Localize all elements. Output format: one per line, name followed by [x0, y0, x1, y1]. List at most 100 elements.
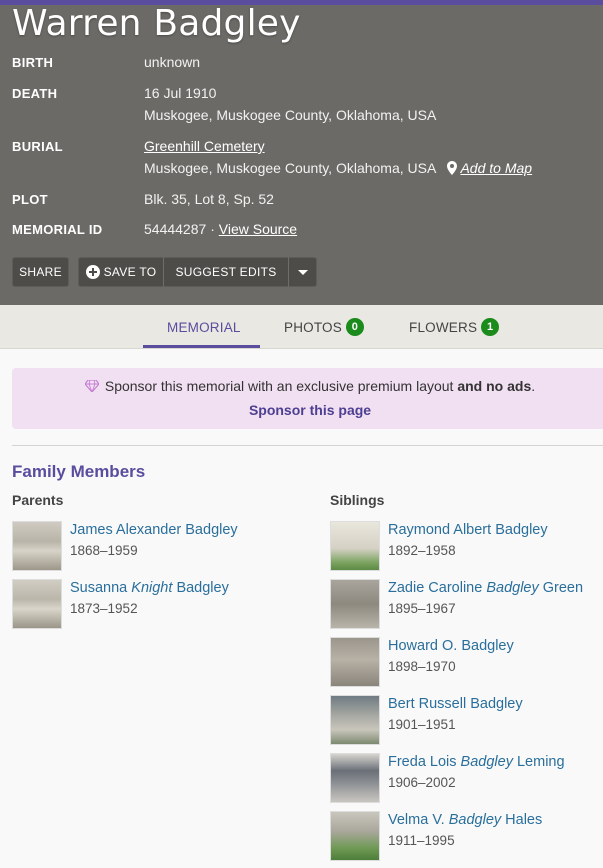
sibling-item[interactable]: Zadie Caroline Badgley Green 1895–1967 — [330, 579, 600, 631]
section-divider — [12, 445, 603, 446]
sibling-name-link[interactable]: Freda Lois Badgley Leming — [388, 753, 565, 771]
tab-photos-label: PHOTOS — [284, 319, 342, 335]
maiden-name: Knight — [131, 580, 173, 596]
last-name: Badgley — [185, 522, 238, 538]
first-name: Zadie Caroline — [388, 580, 487, 596]
gravestone-photo-thumbnail[interactable] — [330, 579, 380, 629]
more-actions-dropdown[interactable] — [289, 257, 316, 287]
sibling-name-link[interactable]: Howard O. Badgley — [388, 637, 514, 655]
sibling-name-link[interactable]: Zadie Caroline Badgley Green — [388, 579, 583, 597]
save-to-button[interactable]: SAVE TO — [79, 257, 163, 287]
last-name: Badgley — [176, 580, 229, 596]
sponsor-text-bold: and no ads — [457, 378, 532, 394]
sponsor-text-end: . — [531, 378, 536, 394]
parent-name-link[interactable]: Susanna Knight Badgley — [70, 579, 229, 597]
last-name: Hales — [505, 812, 543, 828]
gravestone-photo-thumbnail[interactable] — [12, 579, 62, 629]
parents-heading: Parents — [12, 492, 64, 508]
memorial-header: Warren Badgley BIRTH unknown DEATH 16 Ju… — [0, 0, 603, 305]
tab-bar: MEMORIAL PHOTOS 0 FLOWERS 1 — [0, 305, 603, 349]
suggest-edits-button[interactable]: SUGGEST EDITS — [164, 257, 288, 287]
parent-item[interactable]: James Alexander Badgley 1868–1959 — [12, 521, 312, 573]
birth-label: BIRTH — [12, 55, 54, 70]
first-name: Velma V. — [388, 812, 449, 828]
plus-circle-icon — [85, 265, 100, 279]
burial-place-row: Muskogee, Muskogee County, Oklahoma, USA… — [144, 157, 532, 179]
gravestone-photo-thumbnail[interactable] — [330, 637, 380, 687]
sponsor-banner: Sponsor this memorial with an exclusive … — [12, 368, 603, 429]
sponsor-message: Sponsor this memorial with an exclusive … — [12, 378, 603, 394]
last-name: Green — [542, 580, 584, 596]
gravestone-photo-thumbnail[interactable] — [330, 695, 380, 745]
sibling-name-link[interactable]: Raymond Albert Badgley — [388, 521, 548, 539]
sibling-item[interactable]: Howard O. Badgley 1898–1970 — [330, 637, 600, 689]
first-name: Raymond Albert — [388, 522, 496, 538]
sponsor-text: Sponsor this memorial with an exclusive … — [104, 378, 454, 394]
sponsor-this-page-link[interactable]: Sponsor this page — [12, 402, 603, 418]
last-name: Leming — [516, 754, 565, 770]
last-name: Badgley — [470, 696, 523, 712]
last-name: Badgley — [461, 638, 514, 654]
burial-label: BURIAL — [12, 139, 63, 154]
sibling-item[interactable]: Raymond Albert Badgley 1892–1958 — [330, 521, 600, 573]
burial-place: Muskogee, Muskogee County, Oklahoma, USA — [144, 160, 436, 176]
sibling-dates: 1901–1951 — [388, 717, 456, 732]
gravestone-photo-thumbnail[interactable] — [12, 521, 62, 571]
parent-item[interactable]: Susanna Knight Badgley 1873–1952 — [12, 579, 312, 631]
share-button[interactable]: SHARE — [12, 257, 69, 287]
first-name: Freda Lois — [388, 754, 461, 770]
sibling-dates: 1911–1995 — [388, 833, 455, 848]
tab-flowers-label: FLOWERS — [409, 319, 478, 335]
last-name: Badgley — [495, 522, 548, 538]
memorial-id-separator: · — [210, 221, 215, 237]
plot-label: PLOT — [12, 192, 48, 207]
siblings-heading: Siblings — [330, 492, 385, 508]
gravestone-photo-thumbnail[interactable] — [330, 521, 380, 571]
death-label: DEATH — [12, 86, 58, 101]
share-button-label: SHARE — [19, 265, 62, 279]
flowers-count-badge: 1 — [481, 318, 500, 336]
sibling-item[interactable]: Freda Lois Badgley Leming 1906–2002 — [330, 753, 600, 805]
caret-down-icon — [297, 269, 308, 275]
sibling-dates: 1906–2002 — [388, 775, 456, 790]
maiden-name: Badgley — [486, 580, 539, 596]
save-to-label: SAVE TO — [103, 265, 157, 279]
view-source-link[interactable]: View Source — [219, 221, 297, 237]
sibling-item[interactable]: Bert Russell Badgley 1901–1951 — [330, 695, 600, 747]
birth-value: unknown — [144, 54, 201, 70]
sibling-name-link[interactable]: Bert Russell Badgley — [388, 695, 523, 713]
sibling-dates: 1892–1958 — [388, 543, 456, 558]
death-date: 16 Jul 1910 — [144, 85, 217, 101]
tab-photos[interactable]: PHOTOS 0 — [284, 305, 364, 349]
map-pin-icon[interactable] — [447, 161, 458, 175]
parent-dates: 1868–1959 — [70, 543, 138, 558]
burial-cemetery-link[interactable]: Greenhill Cemetery — [144, 135, 265, 157]
tab-memorial[interactable]: MEMORIAL — [167, 305, 241, 349]
memorial-id-row: 54444287 · View Source — [144, 218, 297, 240]
page-title: Warren Badgley — [12, 3, 301, 44]
family-members-heading: Family Members — [12, 462, 146, 481]
photos-count-badge: 0 — [345, 318, 364, 336]
plot-value: Blk. 35, Lot 8, Sp. 52 — [144, 191, 274, 207]
parent-name-link[interactable]: James Alexander Badgley — [70, 521, 238, 539]
add-to-map-link[interactable]: Add to Map — [460, 160, 532, 176]
parent-dates: 1873–1952 — [70, 601, 138, 616]
memorial-id-value: 54444287 — [144, 221, 207, 237]
first-name: Howard O. — [388, 638, 462, 654]
death-place: Muskogee, Muskogee County, Oklahoma, USA — [144, 107, 437, 123]
suggest-edits-label: SUGGEST EDITS — [175, 265, 277, 279]
gravestone-photo-thumbnail[interactable] — [330, 753, 380, 803]
first-name: James Alexander — [70, 522, 186, 538]
sibling-item[interactable]: Velma V. Badgley Hales 1911–1995 — [330, 811, 600, 863]
tab-flowers[interactable]: FLOWERS 1 — [409, 305, 500, 349]
sibling-name-link[interactable]: Velma V. Badgley Hales — [388, 811, 542, 829]
gravestone-photo-thumbnail[interactable] — [330, 811, 380, 861]
memorial-id-label: MEMORIAL ID — [12, 222, 103, 237]
first-name: Bert Russell — [388, 696, 471, 712]
diamond-icon — [84, 380, 99, 392]
tab-memorial-label: MEMORIAL — [167, 319, 241, 335]
maiden-name: Badgley — [448, 812, 502, 828]
burial-cemetery-text[interactable]: Greenhill Cemetery — [144, 138, 265, 154]
sibling-dates: 1895–1967 — [388, 601, 456, 616]
first-name: Susanna — [70, 580, 132, 596]
